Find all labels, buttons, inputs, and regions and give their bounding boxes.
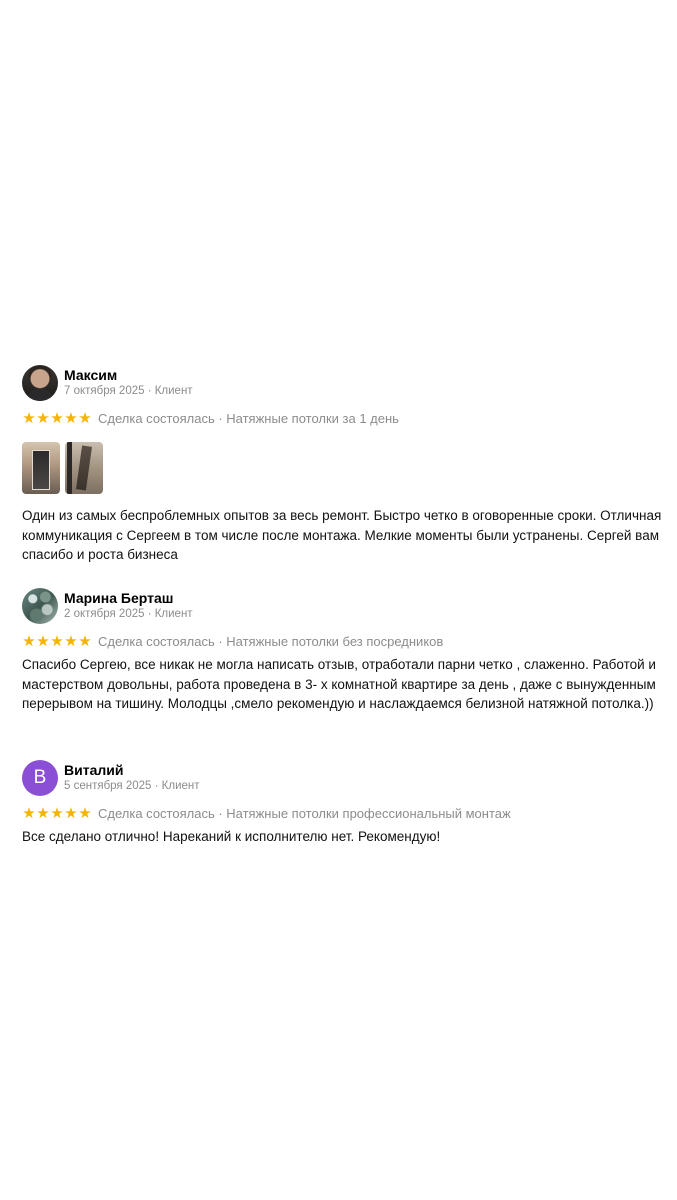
rating-row: ★ ★ ★ ★ ★ Сделка состоялась · Натяжные п… bbox=[22, 631, 662, 651]
review-meta: Марина Берташ 2 октября 2025 · Клиент bbox=[64, 590, 193, 622]
star-icon: ★ bbox=[64, 408, 78, 427]
star-icon: ★ bbox=[22, 631, 36, 650]
review-card: Максим 7 октября 2025 · Клиент ★ ★ ★ ★ ★… bbox=[22, 365, 662, 565]
review-text: Все сделано отлично! Нареканий к исполни… bbox=[22, 829, 441, 844]
review-photo-thumbnail[interactable] bbox=[65, 442, 103, 494]
review-header: В Виталий 5 сентября 2025 · Клиент bbox=[22, 760, 662, 796]
avatar[interactable]: В bbox=[22, 760, 58, 796]
review-date: 5 сентября 2025 · Клиент bbox=[64, 780, 200, 792]
review-header: Максим 7 октября 2025 · Клиент bbox=[22, 365, 662, 401]
star-icon: ★ bbox=[50, 631, 64, 650]
review-date: 2 октября 2025 · Клиент bbox=[64, 608, 193, 620]
rating-row: ★ ★ ★ ★ ★ Сделка состоялась · Натяжные п… bbox=[22, 408, 662, 428]
review-text: Спасибо Сергею, все никак не могла напис… bbox=[22, 657, 656, 711]
author-name[interactable]: Виталий bbox=[64, 762, 200, 779]
review-meta: Максим 7 октября 2025 · Клиент bbox=[64, 367, 193, 399]
avatar[interactable] bbox=[22, 588, 58, 624]
star-icon: ★ bbox=[50, 408, 64, 427]
review-photos bbox=[22, 442, 662, 494]
deal-status: Сделка состоялась · Натяжные потолки за … bbox=[98, 410, 399, 426]
star-icon: ★ bbox=[64, 631, 78, 650]
review-text: Один из самых беспроблемных опытов за ве… bbox=[22, 508, 662, 562]
star-icon: ★ bbox=[36, 408, 50, 427]
star-icon: ★ bbox=[78, 803, 92, 822]
star-icon: ★ bbox=[36, 803, 50, 822]
review-photo-thumbnail[interactable] bbox=[22, 442, 60, 494]
review-card: В Виталий 5 сентября 2025 · Клиент ★ ★ ★… bbox=[22, 760, 662, 847]
star-rating: ★ ★ ★ ★ ★ bbox=[22, 803, 92, 822]
deal-status: Сделка состоялась · Натяжные потолки без… bbox=[98, 633, 444, 649]
star-icon: ★ bbox=[78, 408, 92, 427]
rating-row: ★ ★ ★ ★ ★ Сделка состоялась · Натяжные п… bbox=[22, 803, 662, 823]
star-icon: ★ bbox=[50, 803, 64, 822]
deal-status: Сделка состоялась · Натяжные потолки про… bbox=[98, 805, 511, 821]
star-rating: ★ ★ ★ ★ ★ bbox=[22, 408, 92, 427]
review-card: Марина Берташ 2 октября 2025 · Клиент ★ … bbox=[22, 588, 662, 714]
star-icon: ★ bbox=[22, 408, 36, 427]
avatar[interactable] bbox=[22, 365, 58, 401]
star-icon: ★ bbox=[22, 803, 36, 822]
review-date: 7 октября 2025 · Клиент bbox=[64, 385, 193, 397]
review-header: Марина Берташ 2 октября 2025 · Клиент bbox=[22, 588, 662, 624]
star-icon: ★ bbox=[36, 631, 50, 650]
star-icon: ★ bbox=[64, 803, 78, 822]
review-meta: Виталий 5 сентября 2025 · Клиент bbox=[64, 762, 200, 794]
star-icon: ★ bbox=[78, 631, 92, 650]
author-name[interactable]: Марина Берташ bbox=[64, 590, 193, 607]
star-rating: ★ ★ ★ ★ ★ bbox=[22, 631, 92, 650]
author-name[interactable]: Максим bbox=[64, 367, 193, 384]
